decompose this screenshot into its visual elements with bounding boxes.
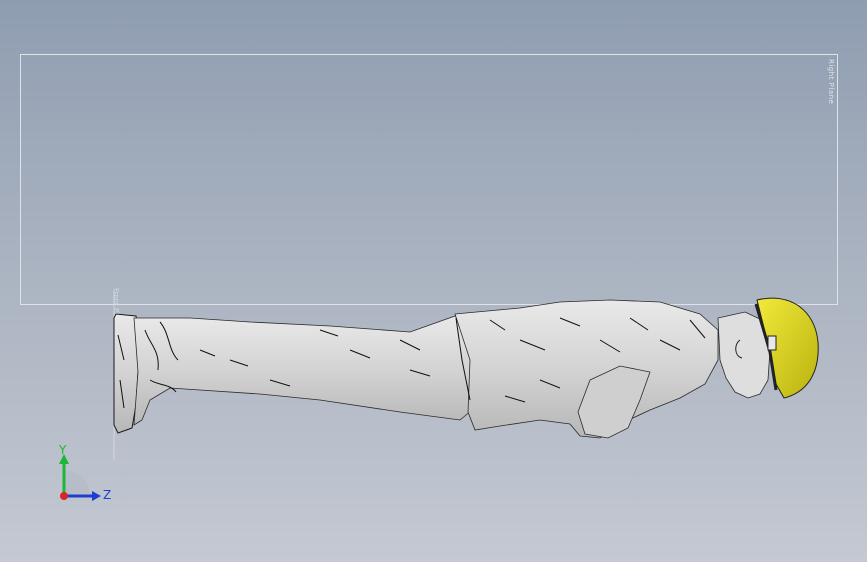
graphics-viewport[interactable]: Right Plane Front Plane Y Z: [0, 0, 867, 562]
hard-hat-clip: [767, 335, 777, 351]
triad-x-axis-icon: [60, 492, 68, 500]
triad-z-label: Z: [103, 488, 111, 502]
worker-figure-model[interactable]: [0, 0, 867, 562]
triad-z-arrow-icon: [92, 491, 101, 501]
triad-plane-indicator: [64, 470, 90, 496]
legs-shape: [133, 315, 473, 426]
axis-triad[interactable]: Y Z: [50, 440, 120, 510]
triad-y-label: Y: [58, 443, 67, 457]
